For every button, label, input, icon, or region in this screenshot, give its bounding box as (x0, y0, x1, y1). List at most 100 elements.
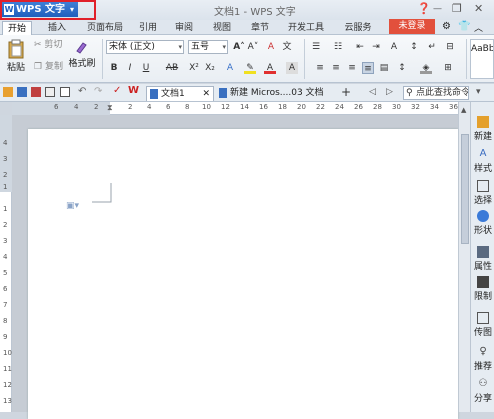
document-page[interactable]: ▣▾ (28, 129, 458, 419)
sort-button[interactable]: ↕ (408, 41, 420, 53)
back-icon[interactable]: ◁ (369, 87, 376, 97)
side-select-button[interactable]: 选择 (471, 180, 494, 206)
customize-qat-icon[interactable]: ✓ (113, 85, 121, 96)
tab-review[interactable]: 审阅 (170, 21, 198, 35)
vertical-scrollbar[interactable]: ▲ (458, 102, 470, 412)
align-center-button[interactable]: ≡ (330, 62, 342, 74)
side-recommend-button[interactable]: ♀ 推荐 (471, 346, 494, 372)
shirt-icon[interactable]: 👕 (458, 21, 470, 32)
side-new-button[interactable]: 新建 (471, 116, 494, 142)
side-restrict-label: 限制 (473, 292, 492, 302)
ruler-tick: 4 (74, 103, 79, 111)
style-icon: A (479, 148, 487, 159)
tab-view[interactable]: 视图 (208, 21, 236, 35)
wps-logo-icon[interactable]: W (128, 85, 139, 96)
numbering-button[interactable]: ☷ (332, 41, 344, 53)
undo-icon[interactable]: ↶ (78, 86, 86, 97)
shape-icon (477, 210, 489, 222)
tab-home[interactable]: 开始 (2, 21, 32, 35)
cut-button[interactable]: ✂ 剪切 (34, 40, 62, 51)
phonetic-button[interactable]: 文 (281, 41, 293, 53)
justify-button[interactable]: ≡ (362, 62, 374, 74)
highlight-box (0, 0, 96, 20)
close-button[interactable]: ✕ (474, 2, 483, 15)
scrollbar-thumb[interactable] (461, 134, 469, 244)
bullets-button[interactable]: ☰ (310, 41, 322, 53)
line-spacing-button[interactable]: ↕ (396, 62, 408, 74)
new-tab-button[interactable]: + (341, 85, 351, 99)
borders-button[interactable]: ⊞ (442, 62, 454, 74)
italic-button[interactable]: I (124, 62, 136, 74)
save-icon[interactable] (17, 87, 27, 97)
ruler-tick: 12 (3, 381, 12, 389)
doc-tab-1[interactable]: 文档1 ✕ (146, 86, 214, 101)
table-tools-button[interactable]: ⊟ (444, 41, 456, 53)
tab-cloud[interactable]: 云服务 (338, 21, 378, 35)
minimize-button[interactable]: — (433, 4, 442, 14)
tab-insert[interactable]: 插入 (42, 21, 72, 35)
tab-developer[interactable]: 开发工具 (284, 21, 328, 35)
underline-button[interactable]: U (140, 62, 152, 74)
distribute-button[interactable]: ▤ (378, 62, 390, 74)
bold-button[interactable]: B (108, 62, 120, 74)
format-painter-button[interactable]: 格式刷 (68, 39, 96, 70)
side-style-button[interactable]: A 样式 (471, 148, 494, 174)
text-effect-button[interactable]: A (224, 62, 236, 74)
tab-page-layout[interactable]: 页面布局 (80, 21, 130, 35)
chevron-down-icon[interactable]: ▾ (476, 87, 481, 97)
side-shape-button[interactable]: 形状 (471, 210, 494, 236)
export-pdf-icon[interactable] (31, 87, 41, 97)
shading-button[interactable]: ◈ (420, 62, 432, 74)
forward-icon[interactable]: ▷ (386, 87, 393, 97)
doc-tab-2[interactable]: 新建 Micros....03 文档 (2) (216, 86, 336, 112)
side-select-label: 选择 (473, 196, 492, 206)
tab-section[interactable]: 章节 (246, 21, 274, 35)
decrease-indent-button[interactable]: ⇤ (354, 41, 366, 53)
copy-button[interactable]: ❐ 复制 (34, 62, 63, 73)
show-marks-button[interactable]: ↵ (426, 41, 438, 53)
side-property-button[interactable]: 属性 (471, 246, 494, 272)
subscript-button[interactable]: X₂ (204, 62, 216, 74)
scroll-up-icon[interactable]: ▲ (461, 106, 466, 114)
indent-marker-icon[interactable]: ⧗ (107, 103, 113, 113)
paste-options-icon[interactable]: ▣▾ (66, 201, 79, 211)
chevron-up-icon[interactable]: ︿ (474, 21, 483, 34)
char-shading-button[interactable]: A (286, 62, 298, 74)
cut-label: 剪切 (44, 40, 63, 50)
print-preview-icon[interactable] (60, 87, 70, 97)
font-size-select[interactable]: 五号 ▾ (188, 40, 228, 54)
chinese-layout-button[interactable]: A (388, 41, 400, 53)
shrink-font-button[interactable]: A˅ (247, 41, 259, 53)
close-tab-icon[interactable]: ✕ (202, 87, 210, 101)
skin-icon[interactable]: ❓ (417, 2, 431, 15)
side-share-label: 分享 (473, 394, 492, 404)
ruler-tick: 16 (259, 103, 268, 111)
open-folder-icon[interactable] (3, 87, 13, 97)
font-name-select[interactable]: 宋体 (正文) ▾ (106, 40, 184, 54)
paste-button[interactable]: 粘贴 (4, 39, 28, 79)
clear-format-button[interactable]: A (265, 41, 277, 53)
horizontal-ruler[interactable]: 6 4 2 ⧗ 2 4 6 8 10 12 14 16 18 20 22 24 … (12, 102, 464, 115)
redo-icon[interactable]: ↷ (94, 86, 102, 97)
vertical-ruler[interactable]: 4 3 2 1 1 2 3 4 5 6 7 8 9 10 11 12 13 (0, 115, 12, 412)
increase-indent-button[interactable]: ⇥ (370, 41, 382, 53)
strikethrough-button[interactable]: AB (163, 62, 181, 74)
align-right-button[interactable]: ≡ (346, 62, 358, 74)
superscript-button[interactable]: X² (188, 62, 200, 74)
print-icon[interactable] (45, 87, 55, 97)
align-left-button[interactable]: ≡ (314, 62, 326, 74)
side-upload-button[interactable]: 传图 (471, 312, 494, 338)
ruler-tick: 2 (3, 171, 8, 179)
login-button[interactable]: 未登录 (389, 19, 435, 34)
style-gallery[interactable]: AaBb (470, 39, 494, 79)
font-color-button[interactable]: A (264, 62, 276, 74)
grow-font-button[interactable]: A˄ (233, 41, 245, 53)
tab-references[interactable]: 引用 (134, 21, 162, 35)
command-search-input[interactable]: ⚲ 点此查找命令 (403, 86, 469, 100)
side-restrict-button[interactable]: 限制 (471, 276, 494, 302)
restore-button[interactable]: ❐ (452, 2, 462, 15)
settings-icon[interactable]: ⚙ (442, 21, 451, 32)
ruler-tick: 4 (3, 253, 8, 261)
side-share-button[interactable]: ⚇ 分享 (471, 378, 494, 404)
highlight-color-button[interactable]: ✎ (244, 62, 256, 74)
